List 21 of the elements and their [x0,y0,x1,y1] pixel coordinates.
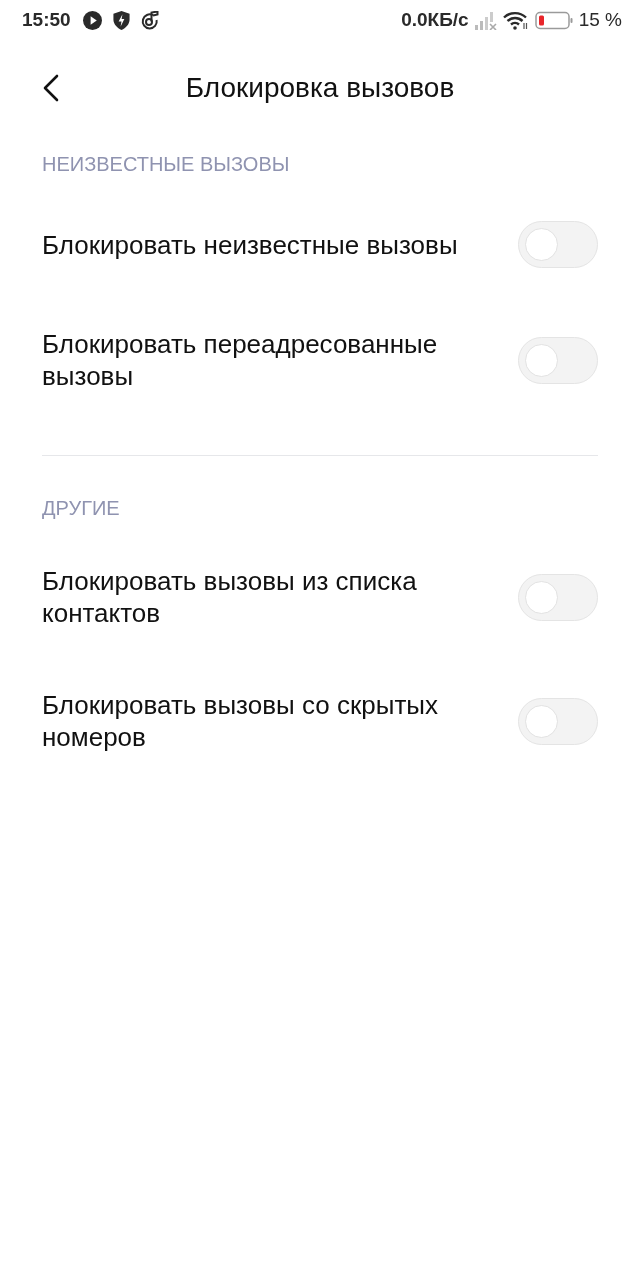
battery-icon [534,10,573,30]
battery-percent: 15 % [578,9,622,31]
network-speed: 0.0КБ/с [401,9,469,31]
setting-label: Блокировать неизвестные вызовы [42,228,459,261]
back-icon[interactable] [42,74,60,102]
setting-label: Блокировать вызовы со скрытых номеров [42,689,439,753]
status-time: 15:50 [22,9,71,31]
page-title: Блокировка вызовов [185,72,455,104]
section-header: ДРУГИЕ [42,496,121,520]
toggle-switch[interactable] [518,336,598,384]
toggle-switch[interactable] [518,573,598,621]
shield-bolt-icon [112,10,130,30]
no-signal-icon [474,10,497,30]
setting-label: Блокировать вызовы из списка контактов [42,565,418,629]
setting-label: Блокировать переадресованные вызовы [42,328,439,392]
toggle-switch[interactable] [518,697,598,745]
wifi-icon [502,10,529,30]
music-note-icon [140,10,159,30]
play-icon [82,10,102,30]
section-header: НЕИЗВЕСТНЫЕ ВЫЗОВЫ [42,152,291,176]
toggle-switch[interactable] [518,221,598,268]
